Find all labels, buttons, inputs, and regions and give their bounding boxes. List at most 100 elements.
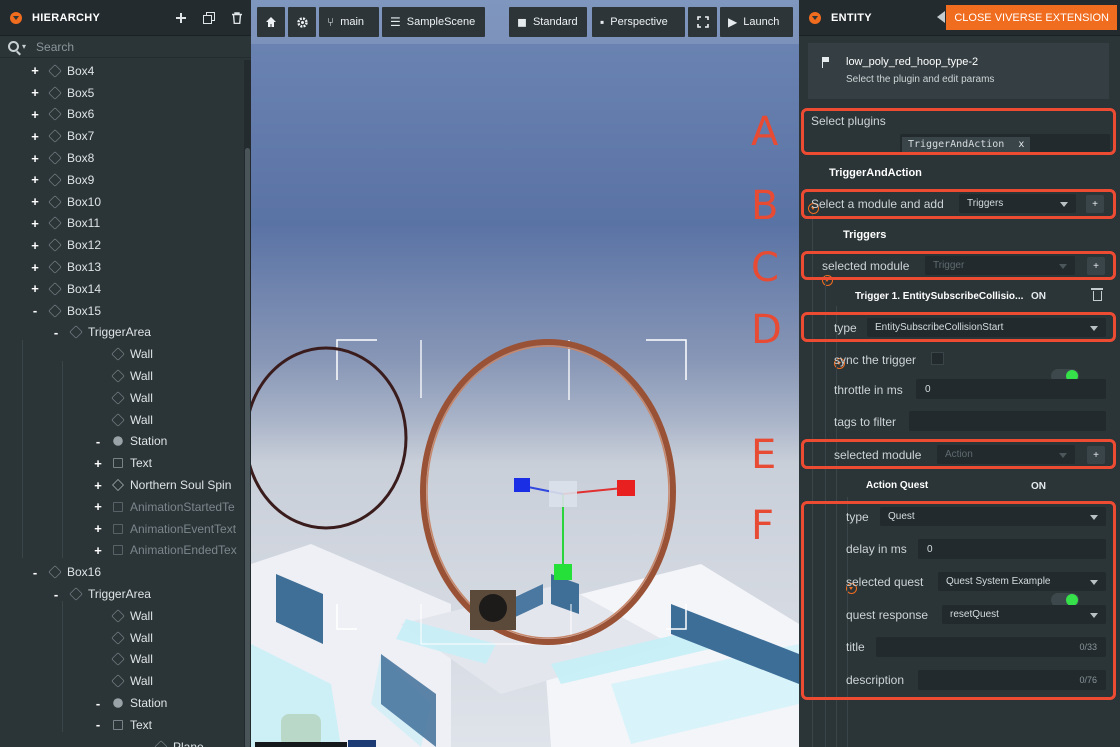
add-trigger-button[interactable]: + (1087, 257, 1105, 275)
hierarchy-item[interactable]: Wall (0, 605, 244, 627)
add-action-button[interactable]: + (1087, 446, 1105, 464)
hierarchy-item-label: Wall (130, 390, 153, 405)
triggers-toggle-icon[interactable] (822, 275, 833, 286)
standard-button[interactable]: ◼ Standard (509, 7, 587, 37)
expand-icon[interactable]: + (30, 85, 40, 100)
annotation-letter-c: C (751, 245, 779, 291)
hierarchy-item[interactable]: - Station (0, 692, 244, 714)
fullscreen-button[interactable] (688, 7, 717, 37)
hierarchy-item[interactable]: Plane (0, 736, 244, 747)
hierarchy-search[interactable]: ▾ Search (0, 36, 251, 58)
expand-icon[interactable]: + (30, 129, 40, 144)
hierarchy-item[interactable]: + Box13 (0, 256, 244, 278)
add-entity-button[interactable] (167, 0, 195, 36)
hierarchy-item[interactable]: + Box4 (0, 60, 244, 82)
add-module-button[interactable]: + (1086, 195, 1104, 213)
expand-icon[interactable]: + (30, 194, 40, 209)
hierarchy-item[interactable]: - Station (0, 431, 244, 453)
collapse-toggle-icon[interactable] (10, 11, 22, 24)
hierarchy-item[interactable]: Wall (0, 670, 244, 692)
hierarchy-item[interactable]: + AnimationEventText (0, 518, 244, 540)
collapse-icon[interactable]: - (93, 434, 103, 449)
hierarchy-item[interactable]: + AnimationEndedTex (0, 540, 244, 562)
collapse-panel-icon[interactable] (937, 11, 945, 23)
hierarchy-item[interactable]: + Northern Soul Spin (0, 474, 244, 496)
quest-response-select[interactable]: resetQuest (942, 605, 1106, 624)
home-button[interactable] (257, 7, 285, 37)
expand-icon[interactable]: + (30, 238, 40, 253)
expand-icon[interactable]: + (30, 107, 40, 122)
expand-icon[interactable]: + (93, 456, 103, 471)
hierarchy-item[interactable]: Wall (0, 343, 244, 365)
hierarchy-item[interactable]: Wall (0, 409, 244, 431)
expand-icon[interactable]: + (30, 281, 40, 296)
expand-icon[interactable]: + (30, 260, 40, 275)
branch-icon: ⑂ (327, 15, 335, 29)
hierarchy-item[interactable]: - Box16 (0, 561, 244, 583)
collapse-icon[interactable]: - (51, 587, 61, 602)
collapse-icon[interactable]: - (51, 325, 61, 340)
duplicate-entity-button[interactable] (195, 0, 223, 36)
action-type-select[interactable]: Quest (880, 507, 1106, 526)
collapse-icon[interactable]: - (30, 565, 40, 580)
perspective-button[interactable]: ▪ Perspective (592, 7, 685, 37)
scene-viewport[interactable]: ⑂ main ☰ SampleScene ◼ Standard ▪ Perspe… (251, 0, 799, 747)
hierarchy-item[interactable]: Wall (0, 649, 244, 671)
remove-tag-icon[interactable]: x (1018, 139, 1024, 150)
launch-button[interactable]: ▶ Launch (720, 7, 793, 37)
delete-triggers-icon[interactable] (1091, 288, 1103, 301)
description-input[interactable]: 0/76 (918, 670, 1106, 690)
expand-icon[interactable]: + (93, 499, 103, 514)
hierarchy-item[interactable]: + Box5 (0, 82, 244, 104)
title-input[interactable]: 0/33 (876, 637, 1106, 657)
expand-icon[interactable]: + (30, 63, 40, 78)
trigger-type-select[interactable]: EntitySubscribeCollisionStart (867, 318, 1106, 337)
hierarchy-item[interactable]: + Text (0, 452, 244, 474)
delete-entity-button[interactable] (223, 0, 251, 36)
expand-icon[interactable]: + (30, 151, 40, 166)
settings-button[interactable] (288, 7, 316, 37)
chevron-down-icon[interactable]: ▾ (22, 42, 26, 51)
hierarchy-item[interactable]: Wall (0, 365, 244, 387)
search-input[interactable]: Search (36, 40, 74, 54)
module-type-select[interactable]: Triggers (959, 194, 1076, 213)
trigger-module-select[interactable]: Trigger (925, 256, 1075, 275)
delay-input[interactable]: 0 (918, 539, 1106, 559)
hierarchy-item[interactable]: - TriggerArea (0, 583, 244, 605)
expand-icon[interactable]: + (30, 216, 40, 231)
action-module-select[interactable]: Action (937, 445, 1075, 464)
expand-icon[interactable]: + (93, 521, 103, 536)
hierarchy-item[interactable]: + Box10 (0, 191, 244, 213)
hierarchy-item[interactable]: Wall (0, 627, 244, 649)
tags-input[interactable] (909, 411, 1106, 431)
hierarchy-item[interactable]: - Box15 (0, 300, 244, 322)
hierarchy-item[interactable]: + Box12 (0, 234, 244, 256)
expand-icon[interactable]: + (93, 543, 103, 558)
hierarchy-item[interactable]: + Box8 (0, 147, 244, 169)
hierarchy-scrollbar[interactable] (244, 60, 251, 747)
hierarchy-item[interactable]: + Box9 (0, 169, 244, 191)
collapse-icon[interactable]: - (30, 303, 40, 318)
hierarchy-item[interactable]: + Box11 (0, 213, 244, 235)
hierarchy-item[interactable]: + Box14 (0, 278, 244, 300)
throttle-input[interactable]: 0 (916, 379, 1106, 399)
cube-icon (111, 412, 125, 427)
collapse-icon[interactable]: - (93, 717, 103, 732)
quest-select[interactable]: Quest System Example (938, 572, 1106, 591)
scene-button[interactable]: ☰ SampleScene (382, 7, 485, 37)
hierarchy-item[interactable]: - TriggerArea (0, 322, 244, 344)
branch-button[interactable]: ⑂ main (319, 7, 379, 37)
cube-icon (48, 129, 62, 144)
scrollbar-thumb[interactable] (245, 148, 250, 747)
sync-trigger-checkbox[interactable] (931, 352, 944, 365)
expand-icon[interactable]: + (93, 478, 103, 493)
hierarchy-item[interactable]: - Text (0, 714, 244, 736)
collapse-toggle-icon[interactable] (809, 11, 821, 24)
close-extension-button[interactable]: CLOSE VIVERSE EXTENSION (946, 5, 1117, 30)
hierarchy-item[interactable]: + AnimationStartedTe (0, 496, 244, 518)
hierarchy-item[interactable]: + Box6 (0, 104, 244, 126)
expand-icon[interactable]: + (30, 172, 40, 187)
hierarchy-item[interactable]: Wall (0, 387, 244, 409)
hierarchy-item[interactable]: + Box7 (0, 125, 244, 147)
collapse-icon[interactable]: - (93, 696, 103, 711)
